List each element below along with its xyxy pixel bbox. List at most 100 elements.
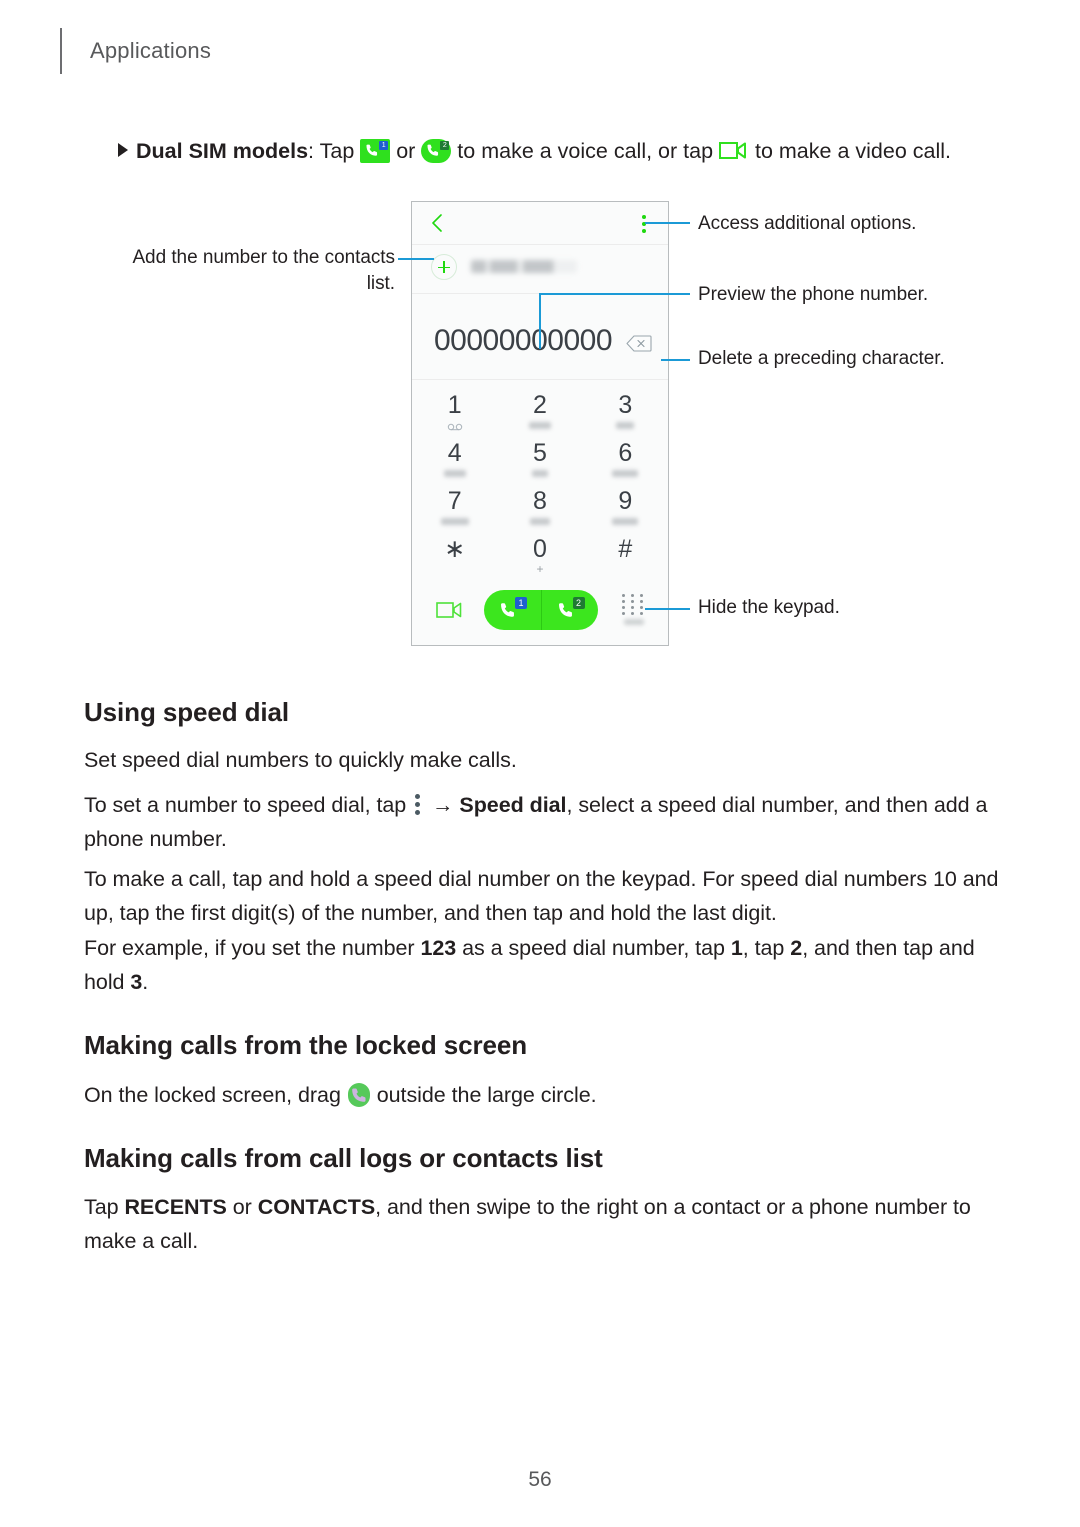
phone-top-bar <box>412 202 668 245</box>
callout-hide-keypad: Hide the keypad. <box>698 597 840 618</box>
sim2-badge: 2 <box>440 141 450 150</box>
keypad-row: 7 8 9 <box>412 482 668 530</box>
keypad-key-sublabel-redacted <box>443 470 466 477</box>
keypad-key-sublabel-redacted <box>528 422 551 429</box>
keypad-key-digit: 7 <box>447 487 462 515</box>
leader-hide-keypad <box>645 608 690 610</box>
keypad-key-digit: 2 <box>533 391 547 419</box>
keypad-key-digit: ∗ <box>444 535 466 563</box>
callout-additional-options: Access additional options. <box>698 213 917 234</box>
keypad-key-sublabel-redacted <box>612 470 639 477</box>
heading-locked-screen: Making calls from the locked screen <box>84 1030 527 1060</box>
recents-tab-label: RECENTS <box>124 1195 227 1219</box>
dot <box>642 229 646 233</box>
keypad-key-8[interactable]: 8 <box>497 482 582 530</box>
keypad-row: 1 2 3 <box>412 386 668 434</box>
keypad-key-#[interactable]: # <box>583 530 668 578</box>
page-number: 56 <box>528 1468 552 1491</box>
keypad-key-3[interactable]: 3 <box>583 386 668 434</box>
add-to-contacts-row[interactable] <box>412 245 668 294</box>
locked-screen-text-b: outside the large circle. <box>370 1083 597 1107</box>
dial-keypad[interactable]: 1 2 3 4 5 6 7 8 9 ∗ 0 + # <box>412 380 668 578</box>
intro-text-2: or <box>390 139 422 163</box>
speed-dial-menu-label: Speed dial <box>459 793 567 817</box>
keypad-dots <box>622 594 646 615</box>
dot <box>415 810 421 815</box>
speed-dial-paragraph-4: For example, if you set the number 123 a… <box>84 931 1004 999</box>
callout-delete-character: Delete a preceding character. <box>698 348 945 369</box>
keypad-key-sublabel-redacted <box>612 518 639 525</box>
intro-text-4: to make a video call. <box>749 139 951 163</box>
speed-dial-paragraph-3: To make a call, tap and hold a speed dia… <box>84 867 999 925</box>
leader-delete-character <box>661 359 690 361</box>
keypad-row: ∗ 0 + # <box>412 530 668 578</box>
keypad-key-7[interactable]: 7 <box>412 482 497 530</box>
keypad-key-digit: 8 <box>533 487 547 515</box>
zero-plus-label: + <box>536 562 544 576</box>
back-chevron-icon[interactable] <box>431 214 443 232</box>
overflow-menu-icon <box>415 794 422 815</box>
keypad-key-digit: 5 <box>533 439 547 467</box>
page-title: Applications <box>90 38 212 63</box>
dot <box>415 794 421 799</box>
locked-screen-text-a: On the locked screen, drag <box>84 1083 347 1107</box>
page-header: Applications <box>60 28 211 74</box>
sim2-badge: 2 <box>572 597 585 609</box>
keypad-row: 4 5 6 <box>412 434 668 482</box>
keypad-key-digit: 1 <box>447 391 462 419</box>
keypad-key-0[interactable]: 0 + <box>497 530 582 578</box>
callout-add-contacts: Add the number to the contacts list. <box>132 247 395 294</box>
keypad-key-digit: 9 <box>618 487 633 515</box>
keypad-key-∗[interactable]: ∗ <box>412 530 497 578</box>
add-to-contacts-label-redacted <box>471 260 577 273</box>
dialed-number: 00000000000 <box>434 324 613 357</box>
keypad-toggle-icon[interactable] <box>622 594 646 625</box>
keypad-key-digit: # <box>618 535 633 563</box>
heading-using-speed-dial: Using speed dial <box>84 697 290 727</box>
dual-sim-label: Dual SIM models <box>136 139 309 163</box>
call-sim1-button[interactable]: 1 <box>484 590 542 630</box>
call-logs-text-b: or <box>226 1195 258 1219</box>
keypad-key-digit: 4 <box>447 439 462 467</box>
speed-dial-p4-a: For example, if you set the number <box>84 936 421 960</box>
header-divider <box>60 28 62 74</box>
keypad-key-6[interactable]: 6 <box>583 434 668 482</box>
speed-dial-digit-3: 3 <box>130 970 143 994</box>
call-logs-text-a: Tap <box>84 1195 125 1219</box>
triangle-bullet-icon <box>118 143 128 157</box>
dot <box>642 215 646 219</box>
keypad-key-digit: 0 <box>533 535 547 563</box>
backspace-icon[interactable] <box>626 335 652 352</box>
phone-screenshot: 00000000000 1 2 3 4 5 6 7 8 9 ∗ 0 + # 1 2 <box>411 201 669 646</box>
keypad-key-sublabel-redacted <box>616 422 635 429</box>
locked-screen-paragraph: On the locked screen, drag outside the l… <box>84 1078 1004 1112</box>
speed-dial-digit-1: 1 <box>730 936 743 960</box>
call-sim2-button[interactable]: 2 <box>542 590 599 630</box>
keypad-key-sublabel-redacted <box>440 518 469 525</box>
keypad-key-1[interactable]: 1 <box>412 386 497 434</box>
keypad-key-2[interactable]: 2 <box>497 386 582 434</box>
speed-dial-p4-b: as a speed dial number, tap <box>456 936 731 960</box>
call-buttons-pill[interactable]: 1 2 <box>484 590 598 630</box>
keypad-key-4[interactable]: 4 <box>412 434 497 482</box>
keypad-key-sublabel-redacted <box>531 470 548 477</box>
add-contact-plus-icon[interactable] <box>431 254 457 280</box>
contacts-tab-label: CONTACTS <box>257 1195 376 1219</box>
sim1-badge: 1 <box>379 141 389 150</box>
dot <box>415 802 421 807</box>
video-call-button[interactable] <box>436 600 464 620</box>
intro-text-3: to make a voice call, or tap <box>451 139 720 163</box>
keypad-toggle-label-redacted <box>624 619 644 625</box>
speed-dial-number-123: 123 <box>420 936 457 960</box>
overflow-menu-icon[interactable] <box>642 215 646 233</box>
speed-dial-digit-2: 2 <box>790 936 803 960</box>
heading-call-logs: Making calls from call logs or contacts … <box>84 1143 603 1173</box>
keypad-key-digit: 3 <box>618 391 633 419</box>
lock-screen-call-icon <box>347 1083 370 1107</box>
keypad-key-9[interactable]: 9 <box>583 482 668 530</box>
speed-dial-p4-e: . <box>142 970 149 994</box>
keypad-key-5[interactable]: 5 <box>497 434 582 482</box>
speed-dial-p2-arrow: → <box>426 793 460 817</box>
speed-dial-p4-c: , tap <box>742 936 791 960</box>
video-call-icon <box>719 142 747 159</box>
